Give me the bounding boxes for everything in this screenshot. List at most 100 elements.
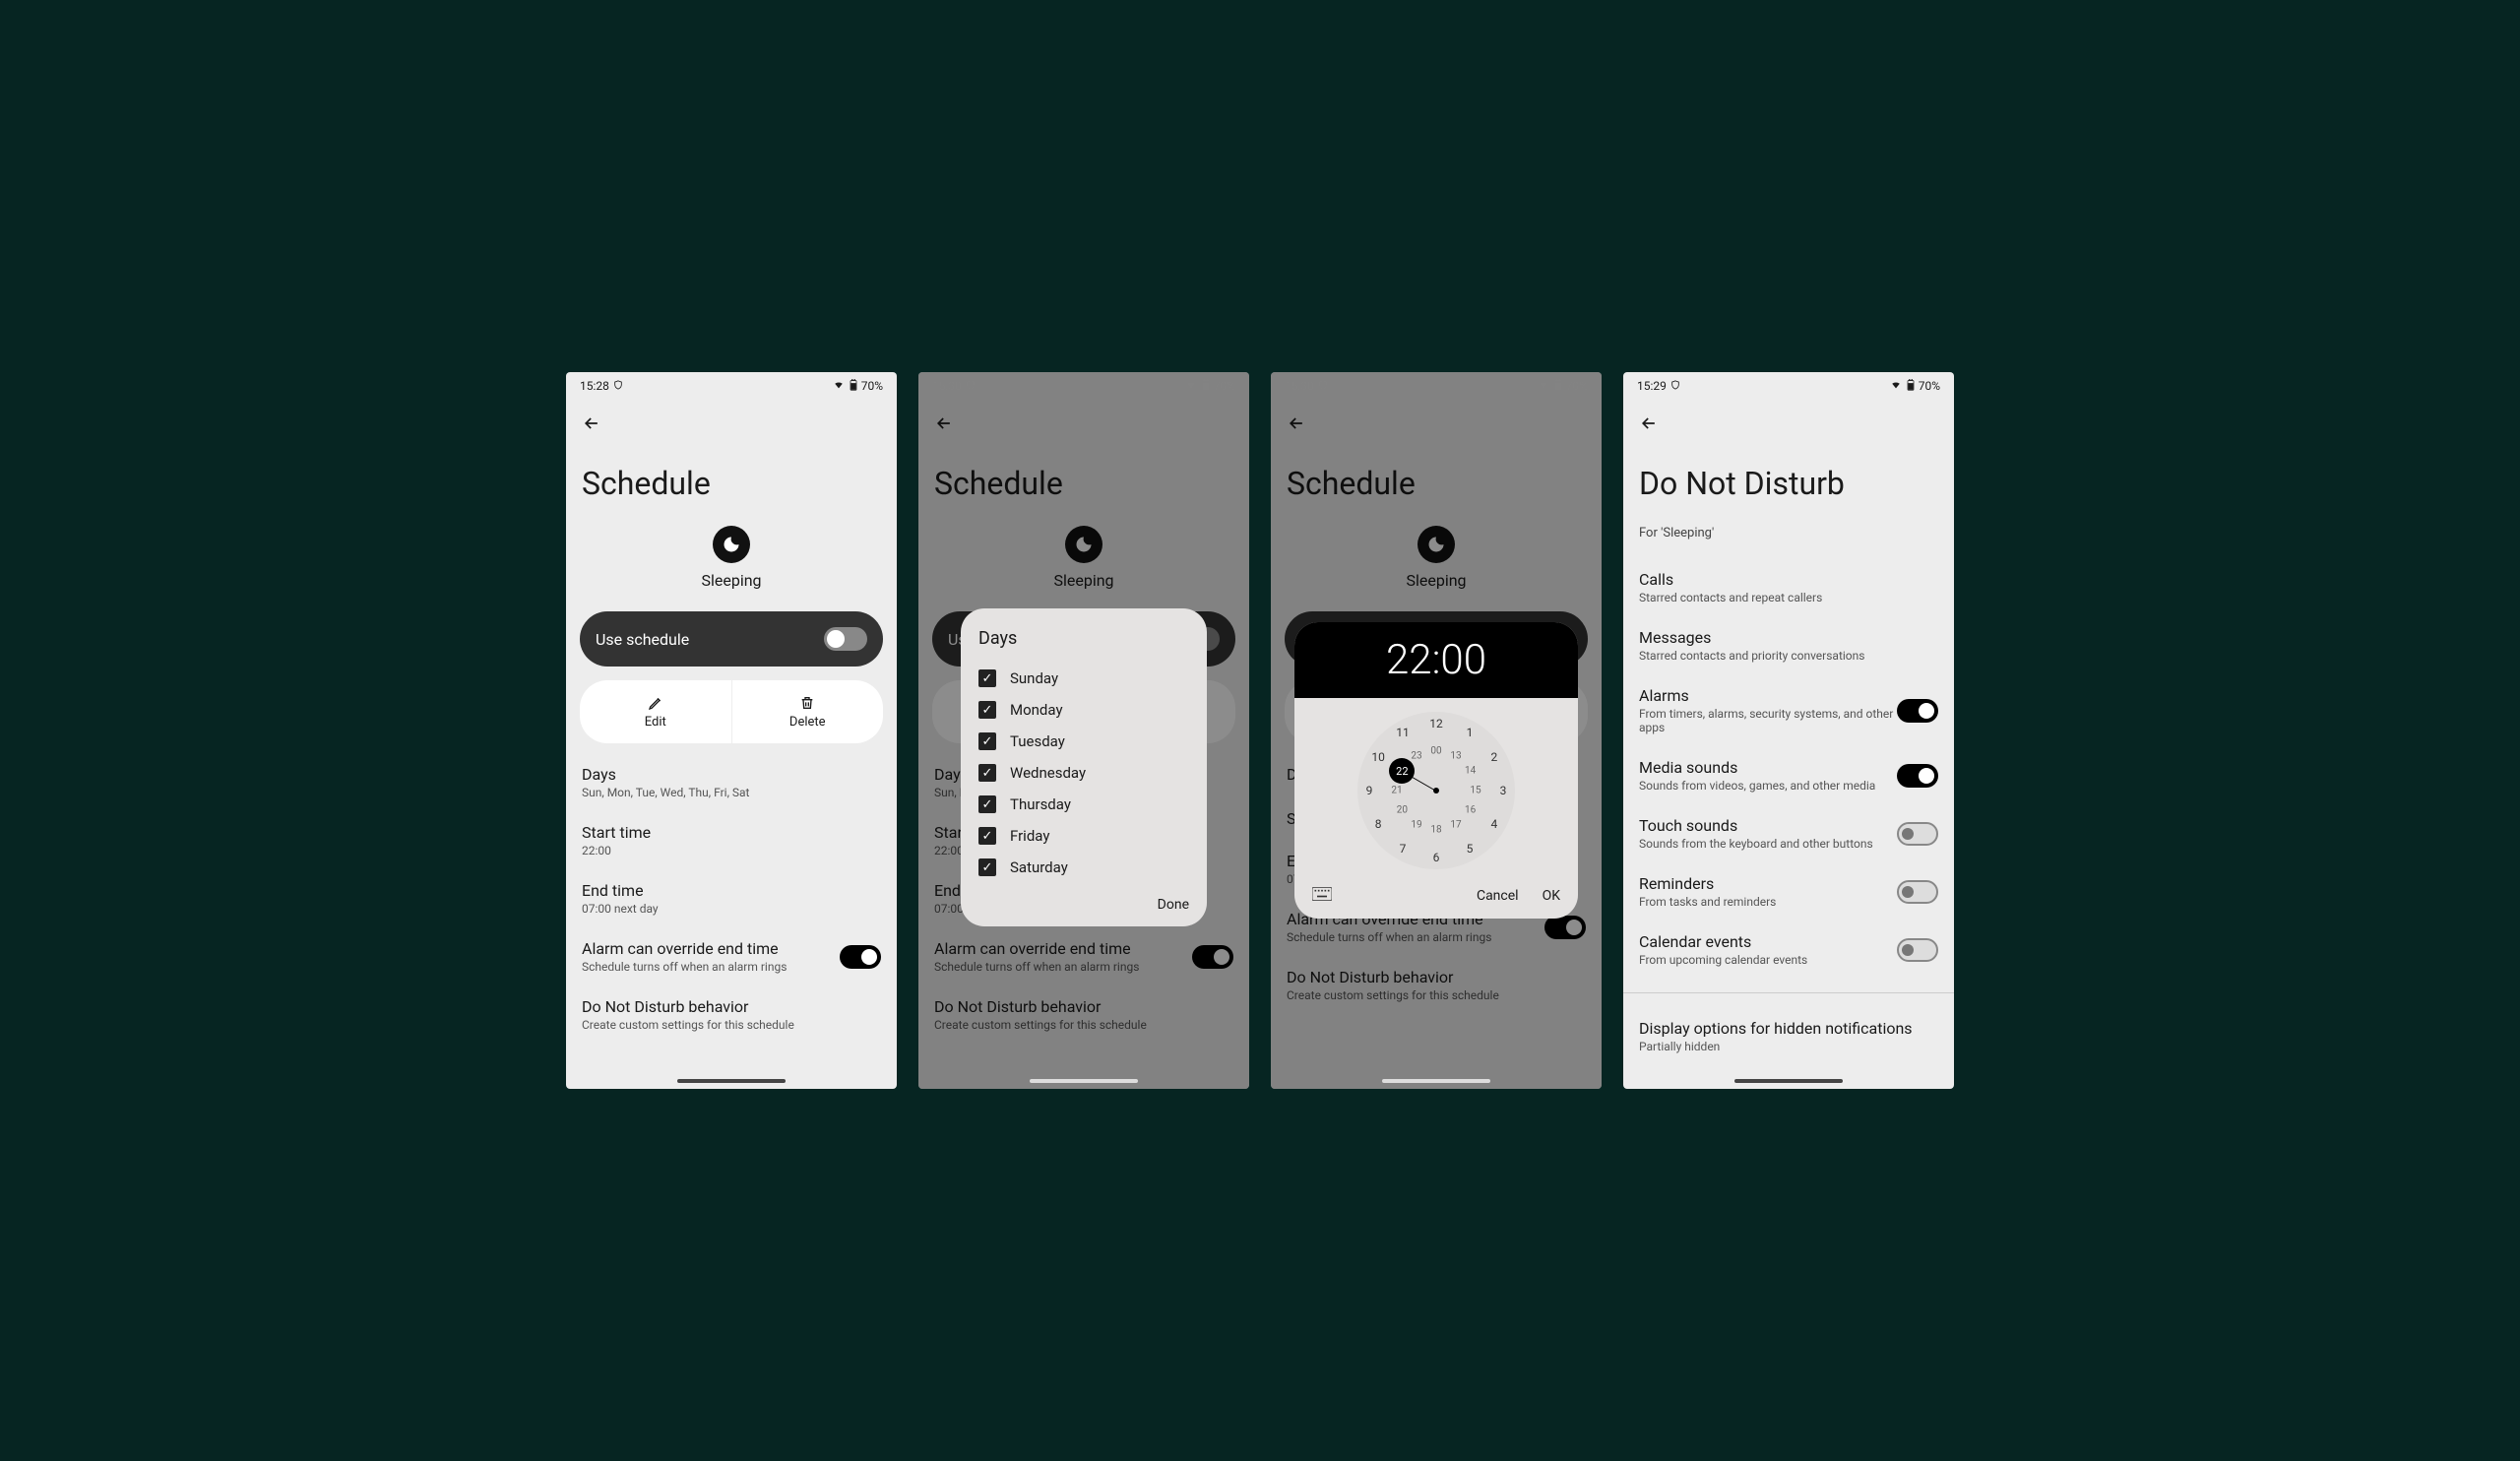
- start-time-item[interactable]: Start time 22:00: [582, 811, 881, 869]
- toggle[interactable]: [1897, 822, 1938, 846]
- clock-hour-4[interactable]: 4: [1491, 817, 1498, 831]
- checkbox-icon: ✓: [978, 732, 996, 750]
- clock-hour-10[interactable]: 10: [1371, 750, 1385, 764]
- item-title: Alarms: [1639, 686, 1897, 705]
- screen-dnd: 15:29 70% Do Not Disturb For 'Sleeping' …: [1623, 372, 1954, 1089]
- status-time: 15:28: [580, 379, 609, 393]
- alarm-title: Alarm can override end time: [582, 939, 840, 958]
- clock-hour-2[interactable]: 2: [1491, 750, 1498, 764]
- dnd-item[interactable]: RemindersFrom tasks and reminders: [1639, 862, 1938, 921]
- clock-hour-20[interactable]: 20: [1397, 805, 1408, 816]
- clock-hour-1[interactable]: 1: [1467, 726, 1474, 739]
- dnd-item[interactable]: AlarmsFrom timers, alarms, security syst…: [1639, 674, 1938, 746]
- clock-hour-18[interactable]: 18: [1430, 825, 1441, 836]
- screen-days-dialog: 15:30 70% Schedule Sleeping Use schedule…: [918, 372, 1249, 1089]
- status-time: 15:29: [1637, 379, 1667, 393]
- start-title: Start time: [582, 823, 881, 842]
- dnd-behavior-item[interactable]: Do Not Disturb behavior Create custom se…: [582, 985, 881, 1044]
- clock-hour-6[interactable]: 6: [1433, 851, 1440, 864]
- clock-hour-00[interactable]: 00: [1430, 746, 1441, 757]
- toggle[interactable]: [1897, 880, 1938, 904]
- nav-handle[interactable]: [677, 1079, 786, 1083]
- clock-hour-12[interactable]: 12: [1429, 717, 1443, 730]
- day-label: Thursday: [1010, 795, 1071, 813]
- back-button[interactable]: [1637, 412, 1661, 435]
- item-sub: From tasks and reminders: [1639, 895, 1897, 909]
- day-option[interactable]: ✓Saturday: [978, 852, 1189, 883]
- day-option[interactable]: ✓Monday: [978, 694, 1189, 726]
- days-value: Sun, Mon, Tue, Wed, Thu, Fri, Sat: [582, 786, 881, 799]
- day-option[interactable]: ✓Wednesday: [978, 757, 1189, 789]
- clock-hour-8[interactable]: 8: [1375, 817, 1382, 831]
- item-sub: Starred contacts and repeat callers: [1639, 591, 1938, 604]
- alarm-sub: Schedule turns off when an alarm rings: [582, 960, 840, 974]
- time-picker-dialog: 22:00 1212345678910110013141516171819202…: [1294, 622, 1578, 919]
- edit-label: Edit: [645, 715, 666, 730]
- clock-hour-23[interactable]: 23: [1411, 751, 1421, 762]
- divider: [1623, 992, 1954, 993]
- for-sleeping-label: For 'Sleeping': [1623, 526, 1954, 548]
- clock-hour-15[interactable]: 15: [1470, 786, 1480, 796]
- alarm-override-item[interactable]: Alarm can override end time Schedule tur…: [582, 927, 881, 985]
- time-display[interactable]: 22:00: [1294, 622, 1578, 698]
- page-title: Do Not Disturb: [1623, 447, 1954, 526]
- display-options-item[interactable]: Display options for hidden notifications…: [1639, 1007, 1938, 1065]
- dnd-item[interactable]: Touch soundsSounds from the keyboard and…: [1639, 804, 1938, 862]
- day-option[interactable]: ✓Sunday: [978, 663, 1189, 694]
- statusbar: 15:29 70%: [1623, 372, 1954, 400]
- toggle[interactable]: [1897, 938, 1938, 962]
- clock-hour-16[interactable]: 16: [1465, 805, 1476, 816]
- display-options-title: Display options for hidden notifications: [1639, 1019, 1938, 1038]
- display-options-sub: Partially hidden: [1639, 1040, 1938, 1053]
- dnd-item[interactable]: MessagesStarred contacts and priority co…: [1639, 616, 1938, 674]
- alarm-override-toggle[interactable]: [840, 945, 881, 969]
- toggle[interactable]: [1897, 699, 1938, 723]
- delete-button[interactable]: Delete: [732, 680, 884, 743]
- item-title: Calls: [1639, 570, 1938, 589]
- ok-button[interactable]: OK: [1543, 888, 1560, 904]
- day-label: Sunday: [1010, 669, 1058, 687]
- dnd-item[interactable]: Calls Starred contacts and repeat callers: [1639, 558, 1938, 616]
- use-schedule-toggle[interactable]: [824, 627, 867, 651]
- day-option[interactable]: ✓Tuesday: [978, 726, 1189, 757]
- dnd-item[interactable]: Media soundsSounds from videos, games, a…: [1639, 746, 1938, 804]
- use-schedule-toggle-row[interactable]: Use schedule: [580, 611, 883, 667]
- clock-hour-7[interactable]: 7: [1400, 842, 1407, 856]
- clock-hour-17[interactable]: 17: [1450, 819, 1461, 830]
- screen-schedule: 15:28 70% Schedule: [566, 372, 897, 1089]
- day-label: Friday: [1010, 827, 1049, 845]
- clock-selected-hour[interactable]: 22: [1389, 758, 1415, 784]
- keyboard-icon[interactable]: [1312, 887, 1332, 905]
- dnd-item[interactable]: Calendar eventsFrom upcoming calendar ev…: [1639, 921, 1938, 979]
- battery-percent: 70%: [861, 379, 883, 393]
- trash-icon: [799, 695, 815, 711]
- checkbox-icon: ✓: [978, 795, 996, 813]
- end-value: 07:00 next day: [582, 902, 881, 916]
- clock-hour-21[interactable]: 21: [1391, 786, 1402, 796]
- clock-hour-11[interactable]: 11: [1396, 726, 1410, 739]
- back-button[interactable]: [580, 412, 603, 435]
- clock-face[interactable]: 121234567891011001314151617181920212223: [1357, 712, 1515, 869]
- day-option[interactable]: ✓Friday: [978, 820, 1189, 852]
- nav-handle[interactable]: [1382, 1079, 1490, 1083]
- clock-hour-14[interactable]: 14: [1465, 766, 1476, 777]
- checkbox-icon: ✓: [978, 764, 996, 782]
- nav-handle[interactable]: [1734, 1079, 1843, 1083]
- clock-hour-5[interactable]: 5: [1467, 842, 1474, 856]
- statusbar: 15:28 70%: [566, 372, 897, 400]
- done-button[interactable]: Done: [1158, 897, 1189, 913]
- clock-hour-13[interactable]: 13: [1450, 751, 1461, 762]
- end-time-item[interactable]: End time 07:00 next day: [582, 869, 881, 927]
- nav-handle[interactable]: [1030, 1079, 1138, 1083]
- clock-hour-9[interactable]: 9: [1366, 784, 1373, 797]
- edit-button[interactable]: Edit: [580, 680, 732, 743]
- cancel-button[interactable]: Cancel: [1477, 888, 1519, 904]
- use-schedule-label: Use schedule: [596, 630, 689, 649]
- sleeping-icon: [713, 526, 750, 563]
- clock-hour-19[interactable]: 19: [1411, 819, 1421, 830]
- toggle[interactable]: [1897, 764, 1938, 788]
- days-item[interactable]: Days Sun, Mon, Tue, Wed, Thu, Fri, Sat: [582, 753, 881, 811]
- day-option[interactable]: ✓ Thursday: [978, 789, 1189, 820]
- clock-hour-3[interactable]: 3: [1500, 784, 1507, 797]
- battery-icon: [850, 379, 857, 394]
